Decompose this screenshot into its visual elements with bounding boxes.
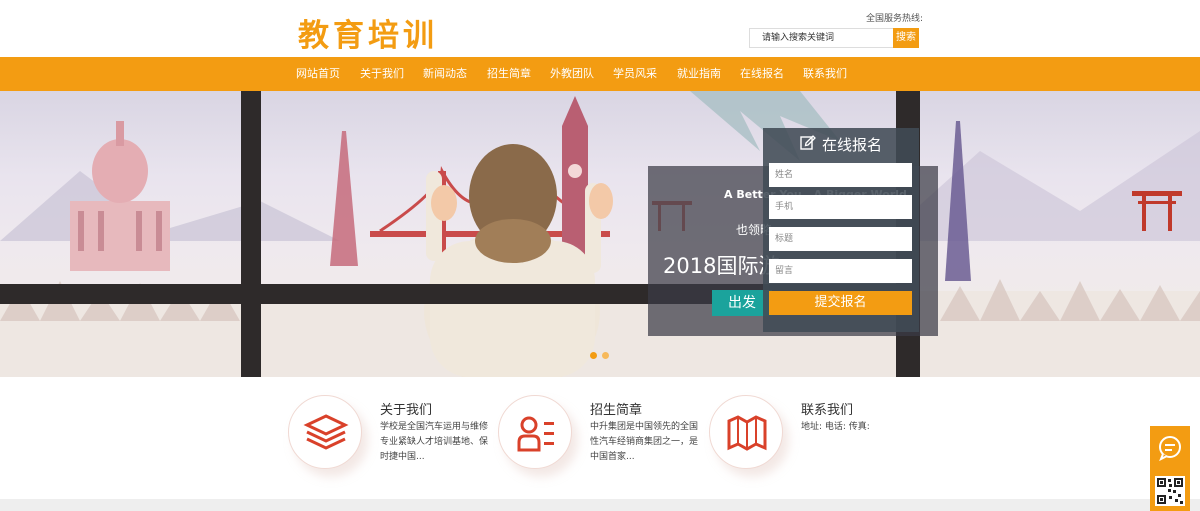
site-header: 教育培训 全国服务热线: 搜索 [0,0,1200,57]
search-input[interactable] [750,29,894,47]
slider-dot-2[interactable] [602,352,609,359]
qr-code-icon[interactable] [1155,476,1185,506]
registration-title-text: 在线报名 [821,136,882,154]
nav-item-teachers[interactable]: 外教团队 [550,57,594,91]
edit-icon [800,129,816,163]
nav-item-home[interactable]: 网站首页 [296,57,340,91]
nav-item-about[interactable]: 关于我们 [360,57,404,91]
nav-item-news[interactable]: 新闻动态 [423,57,467,91]
feature-about-text: 学校是全国汽车运用与维修专业紧缺人才培训基地、保时捷中国... [380,422,489,462]
feature-admissions-circle[interactable] [498,395,572,469]
nav-item-signup[interactable]: 在线报名 [740,57,784,91]
chat-bubble-icon [1159,436,1181,462]
message-field[interactable] [769,259,912,283]
hero-banner: A Better You , A Bigger World 也领略 2018国际… [0,91,1200,377]
feature-about-circle[interactable] [288,395,362,469]
chat-button[interactable] [1150,426,1190,470]
subject-field[interactable] [769,227,912,251]
window-frame-left [241,91,261,377]
slider-dot-1[interactable] [590,352,597,359]
hotline-label: 全国服务热线: [866,14,924,24]
person-list-icon [517,416,554,452]
name-field[interactable] [769,163,912,187]
section-divider [0,499,1200,511]
feature-about-title[interactable]: 关于我们 [380,399,432,418]
nav-item-students[interactable]: 学员风采 [613,57,657,91]
online-registration-form: 在线报名 提交报名 [763,128,919,332]
banner-headline: 2018国际游 [663,254,780,278]
features-section: 关于我们 学校是全国汽车运用与维修专业紧缺人才培训基地、保时捷中国... 招生简… [0,377,1200,499]
main-nav: 网站首页 关于我们 新闻动态 招生简章 外教团队 学员风采 就业指南 在线报名 … [0,57,1200,91]
feature-admissions-text: 中升集团是中国领先的全国性汽车经销商集团之一，是中国首家... [590,422,699,462]
layers-icon [303,414,349,450]
search-button[interactable]: 搜索 [893,28,919,48]
nav-item-careers[interactable]: 就业指南 [677,57,721,91]
side-float-widget [1150,426,1190,511]
banner-scene-illustration [0,91,1200,377]
nav-item-contact[interactable]: 联系我们 [803,57,847,91]
nav-item-admissions[interactable]: 招生简章 [487,57,531,91]
submit-registration-button[interactable]: 提交报名 [769,291,912,315]
feature-contact-title[interactable]: 联系我们 [801,399,853,418]
map-icon [727,415,767,451]
search-box: 搜索 [749,28,919,48]
feature-contact-text: 地址: 电话: 传真: [801,422,870,432]
feature-admissions-title[interactable]: 招生简章 [590,399,642,418]
phone-field[interactable] [769,195,912,219]
site-logo[interactable]: 教育培训 [298,10,438,55]
feature-contact-circle[interactable] [709,395,783,469]
registration-title: 在线报名 [763,128,919,162]
